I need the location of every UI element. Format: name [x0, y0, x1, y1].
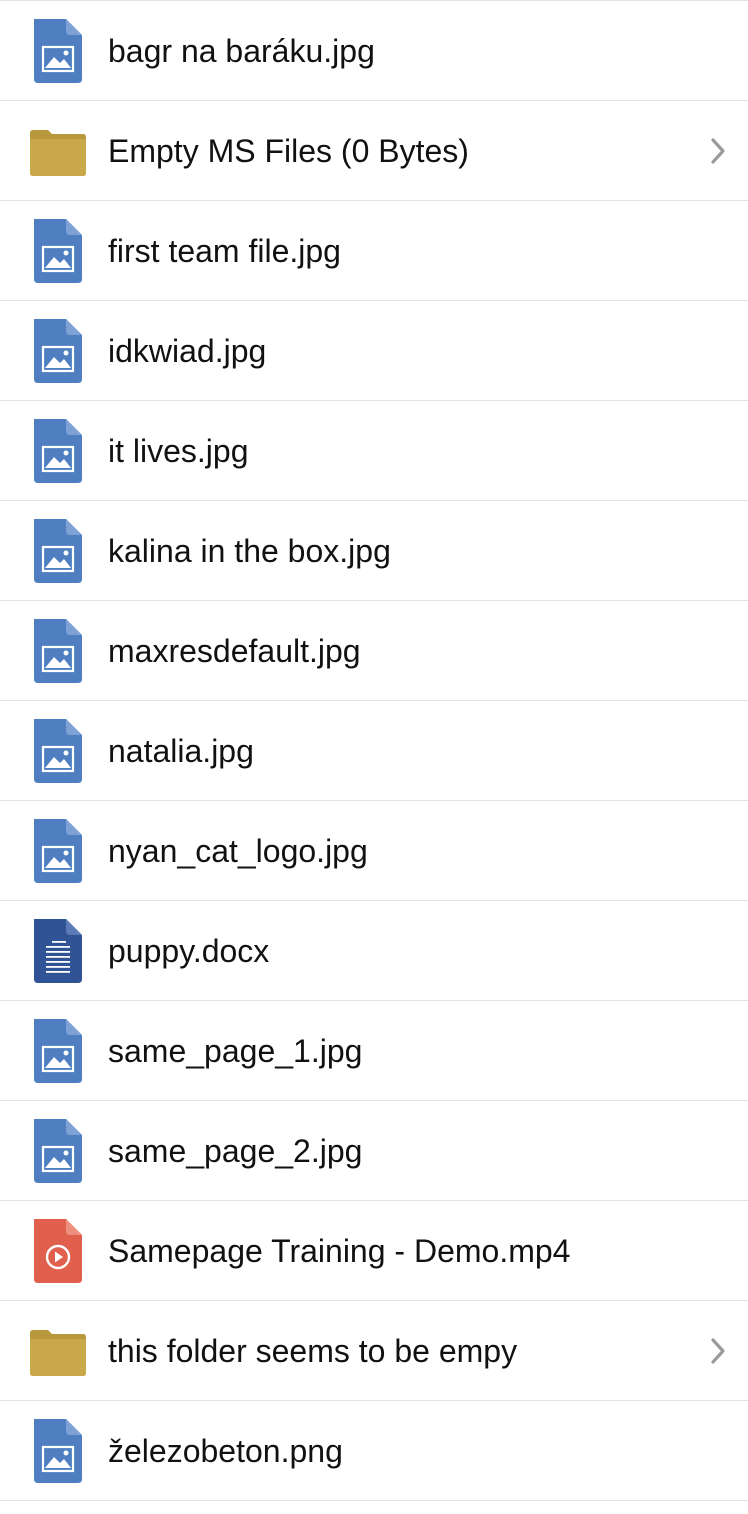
file-row[interactable]: puppy.docx [0, 901, 748, 1001]
file-row[interactable]: Samepage Training - Demo.mp4 [0, 1201, 748, 1301]
image-file-icon [30, 1019, 86, 1083]
file-list: bagr na baráku.jpg Empty MS Files (0 Byte… [0, 0, 748, 1514]
file-row[interactable]: same_page_1.jpg [0, 1001, 748, 1101]
document-file-icon [30, 919, 86, 983]
file-row[interactable]: nyan_cat_logo.jpg [0, 801, 748, 901]
file-row[interactable]: kalina in the box.jpg [0, 501, 748, 601]
image-file-icon [30, 419, 86, 483]
item-name: natalia.jpg [108, 733, 254, 769]
file-row[interactable]: idkwiad.jpg [0, 301, 748, 401]
image-file-icon [30, 1119, 86, 1183]
folder-icon [30, 1319, 86, 1383]
image-file-icon [30, 1419, 86, 1483]
item-name: same_page_2.jpg [108, 1133, 363, 1169]
image-file-icon [30, 319, 86, 383]
file-row[interactable]: bagr na baráku.jpg [0, 1, 748, 101]
item-name: kalina in the box.jpg [108, 533, 391, 569]
file-row[interactable]: it lives.jpg [0, 401, 748, 501]
file-row[interactable]: železobeton.png [0, 1401, 748, 1501]
image-file-icon [30, 619, 86, 683]
chevron-right-icon[interactable] [708, 1337, 728, 1365]
file-row[interactable]: first team file.jpg [0, 201, 748, 301]
item-name: maxresdefault.jpg [108, 633, 361, 669]
image-file-icon [30, 19, 86, 83]
folder-row[interactable]: this folder seems to be empy [0, 1301, 748, 1401]
item-name: same_page_1.jpg [108, 1033, 363, 1069]
item-name: Empty MS Files (0 Bytes) [108, 133, 469, 169]
file-row[interactable]: natalia.jpg [0, 701, 748, 801]
image-file-icon [30, 219, 86, 283]
item-name: this folder seems to be empy [108, 1333, 518, 1369]
item-name: nyan_cat_logo.jpg [108, 833, 368, 869]
image-file-icon [30, 719, 86, 783]
video-file-icon [30, 1219, 86, 1283]
folder-row[interactable]: Empty MS Files (0 Bytes) [0, 101, 748, 201]
item-name: first team file.jpg [108, 233, 341, 269]
file-row[interactable]: same_page_2.jpg [0, 1101, 748, 1201]
folder-icon [30, 119, 86, 183]
item-name: idkwiad.jpg [108, 333, 267, 369]
item-name: Samepage Training - Demo.mp4 [108, 1233, 571, 1269]
chevron-right-icon[interactable] [708, 137, 728, 165]
item-name: železobeton.png [108, 1433, 343, 1469]
item-name: bagr na baráku.jpg [108, 33, 375, 69]
image-file-icon [30, 519, 86, 583]
image-file-icon [30, 819, 86, 883]
file-row[interactable]: maxresdefault.jpg [0, 601, 748, 701]
item-name: puppy.docx [108, 933, 270, 969]
item-name: it lives.jpg [108, 433, 249, 469]
